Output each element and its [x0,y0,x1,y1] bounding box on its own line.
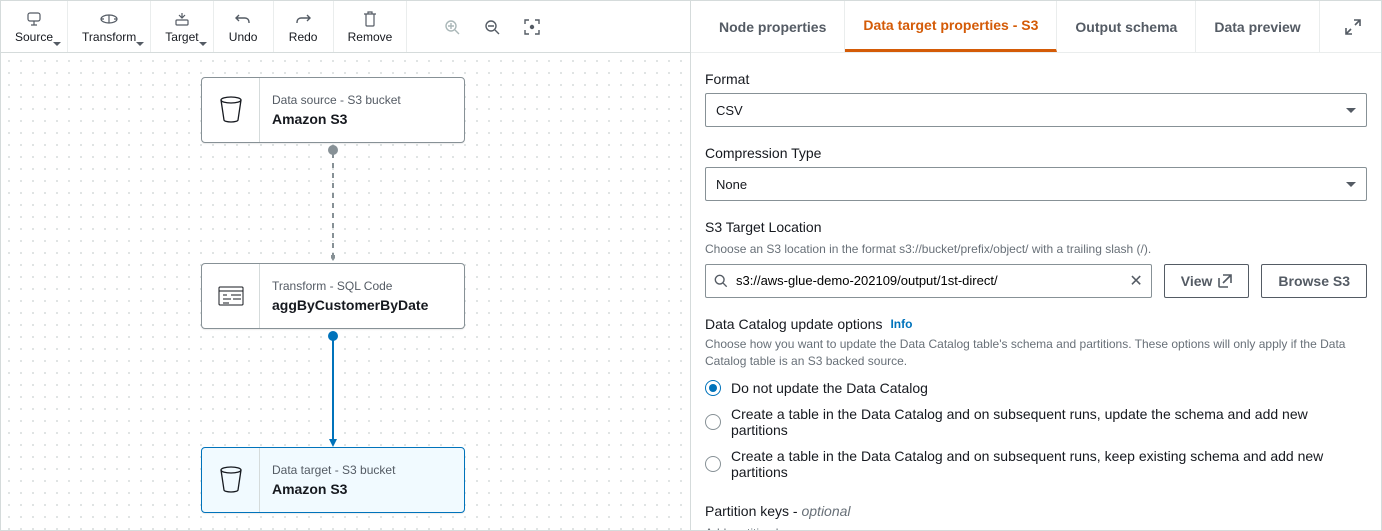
catalog-hint: Choose how you want to update the Data C… [705,336,1367,370]
format-value: CSV [716,103,743,118]
target-label: Target [165,30,198,44]
graph-canvas[interactable]: Data source - S3 bucket Amazon S3 Transf… [1,53,690,530]
view-button[interactable]: View [1164,264,1250,298]
caret-down-icon [1346,108,1356,113]
toolbar: Source Transform Target Undo Redo [1,1,690,53]
node-title: Amazon S3 [272,481,395,497]
form: Format CSV Compression Type None S3 Targ… [691,53,1381,530]
catalog-option-1-label: Do not update the Data Catalog [731,380,928,396]
properties-panel: Node properties Data target properties -… [691,0,1382,531]
browse-label: Browse S3 [1278,273,1350,289]
zoom-out-icon[interactable] [483,18,501,36]
format-select[interactable]: CSV [705,93,1367,127]
compression-select[interactable]: None [705,167,1367,201]
catalog-option-3[interactable]: Create a table in the Data Catalog and o… [705,443,1367,485]
s3-location-label: S3 Target Location [705,219,1367,235]
node-type-label: Transform - SQL Code [272,279,428,293]
catalog-option-2-label: Create a table in the Data Catalog and o… [731,406,1367,438]
remove-label: Remove [348,30,393,44]
bucket-icon [202,448,260,512]
catalog-option-3-label: Create a table in the Data Catalog and o… [731,448,1367,480]
tabs: Node properties Data target properties -… [691,1,1381,53]
target-button[interactable]: Target [151,1,213,52]
catalog-label: Data Catalog update options [705,316,882,332]
node-title: aggByCustomerByDate [272,297,428,313]
undo-label: Undo [229,30,258,44]
redo-button[interactable]: Redo [274,1,334,52]
info-link[interactable]: Info [890,317,912,331]
source-label: Source [15,30,53,44]
fit-screen-icon[interactable] [523,18,541,36]
external-link-icon [1218,274,1232,288]
clear-icon[interactable]: ✕ [1129,271,1142,291]
transform-label: Transform [82,30,136,44]
s3-location-input-wrapper: ✕ [705,264,1152,298]
node-data-target[interactable]: Data target - S3 bucket Amazon S3 [201,447,465,513]
node-type-label: Data source - S3 bucket [272,93,401,107]
radio-icon [705,414,721,430]
view-label: View [1181,273,1213,289]
tab-data-preview[interactable]: Data preview [1196,1,1319,52]
tab-output-schema[interactable]: Output schema [1057,1,1196,52]
node-type-label: Data target - S3 bucket [272,463,395,477]
caret-down-icon [1346,182,1356,187]
search-icon [714,274,728,288]
zoom-in-icon[interactable] [443,18,461,36]
source-icon [25,10,43,28]
tab-data-target-properties[interactable]: Data target properties - S3 [845,1,1057,52]
expand-icon[interactable] [1335,1,1371,52]
compression-label: Compression Type [705,145,1367,161]
zoom-controls [443,1,541,52]
partition-keys-label: Partition keys - optional [705,503,1367,519]
undo-icon [235,10,251,28]
radio-icon [705,456,721,472]
source-button[interactable]: Source [1,1,68,52]
edge [329,339,337,447]
redo-label: Redo [289,30,318,44]
browse-s3-button[interactable]: Browse S3 [1261,264,1367,298]
partition-keys-hint: Add partition keys. [705,525,1367,530]
tab-node-properties[interactable]: Node properties [701,1,845,52]
node-data-source[interactable]: Data source - S3 bucket Amazon S3 [201,77,465,143]
transform-icon [99,10,119,28]
catalog-option-1[interactable]: Do not update the Data Catalog [705,375,1367,401]
sql-icon [202,264,260,328]
bucket-icon [202,78,260,142]
radio-icon [705,380,721,396]
transform-button[interactable]: Transform [68,1,151,52]
edge [331,153,335,261]
compression-value: None [716,177,747,192]
target-icon [173,10,191,28]
redo-icon [295,10,311,28]
undo-button[interactable]: Undo [214,1,274,52]
catalog-option-2[interactable]: Create a table in the Data Catalog and o… [705,401,1367,443]
node-transform[interactable]: Transform - SQL Code aggByCustomerByDate [201,263,465,329]
format-label: Format [705,71,1367,87]
visual-editor-panel: Source Transform Target Undo Redo [0,0,691,531]
s3-location-input[interactable] [736,273,1121,288]
node-title: Amazon S3 [272,111,401,127]
trash-icon [363,10,377,28]
remove-button[interactable]: Remove [334,1,408,52]
s3-location-hint: Choose an S3 location in the format s3:/… [705,241,1367,258]
